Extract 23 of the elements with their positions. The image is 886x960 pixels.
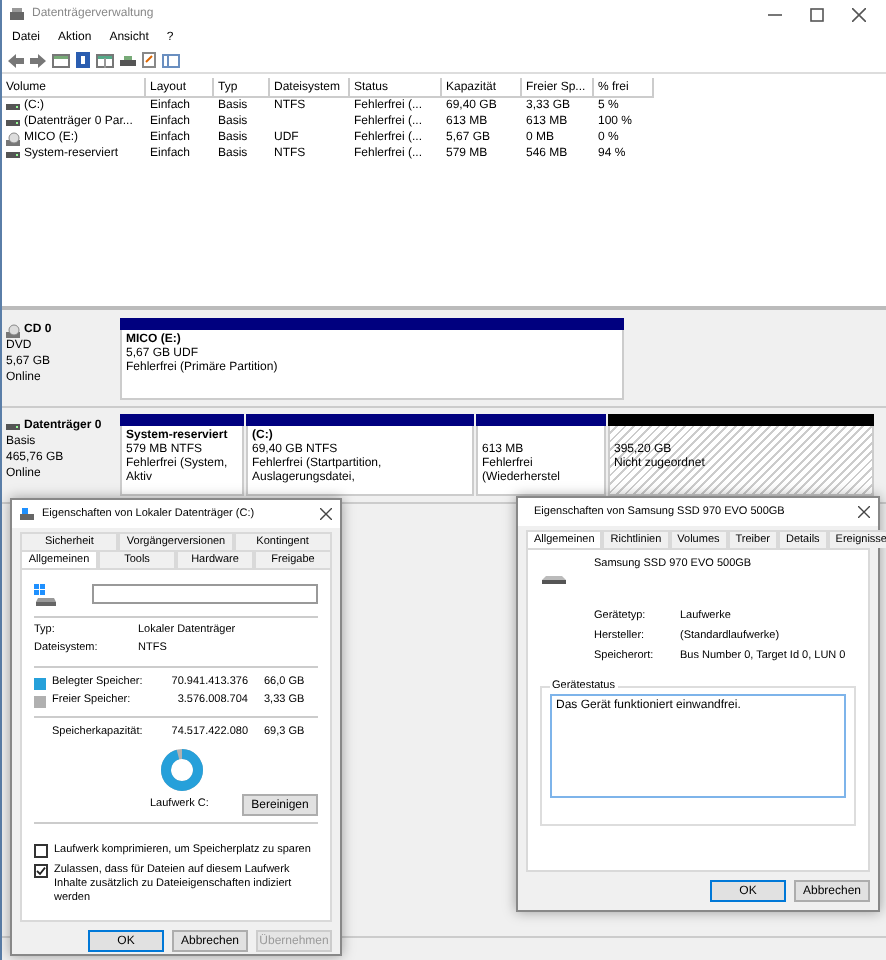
windows-drive-icon	[34, 583, 56, 605]
drive-icon[interactable]	[120, 53, 136, 67]
drive-icon	[20, 507, 34, 521]
close-icon[interactable]	[858, 506, 870, 518]
close-icon[interactable]	[852, 7, 866, 21]
close-icon[interactable]	[320, 508, 332, 520]
drive-icon	[6, 147, 20, 161]
drive-icon	[6, 419, 20, 433]
console-window-icon[interactable]	[52, 53, 70, 67]
cd-drive-icon	[6, 131, 20, 145]
table-window-icon[interactable]	[96, 53, 114, 67]
checkbox[interactable]	[34, 864, 48, 878]
disk-usage-donut	[158, 746, 206, 794]
app-icon	[10, 6, 24, 22]
ssd-drive-icon	[540, 570, 568, 586]
forward-arrow-icon[interactable]	[30, 53, 46, 67]
panel-window-icon[interactable]	[162, 53, 180, 67]
document-icon[interactable]	[142, 52, 156, 68]
maximize-icon[interactable]	[810, 7, 824, 21]
back-arrow-icon[interactable]	[8, 53, 24, 67]
name-field[interactable]	[92, 584, 318, 604]
checkbox[interactable]	[34, 844, 48, 858]
cd-drive-icon	[6, 323, 20, 337]
